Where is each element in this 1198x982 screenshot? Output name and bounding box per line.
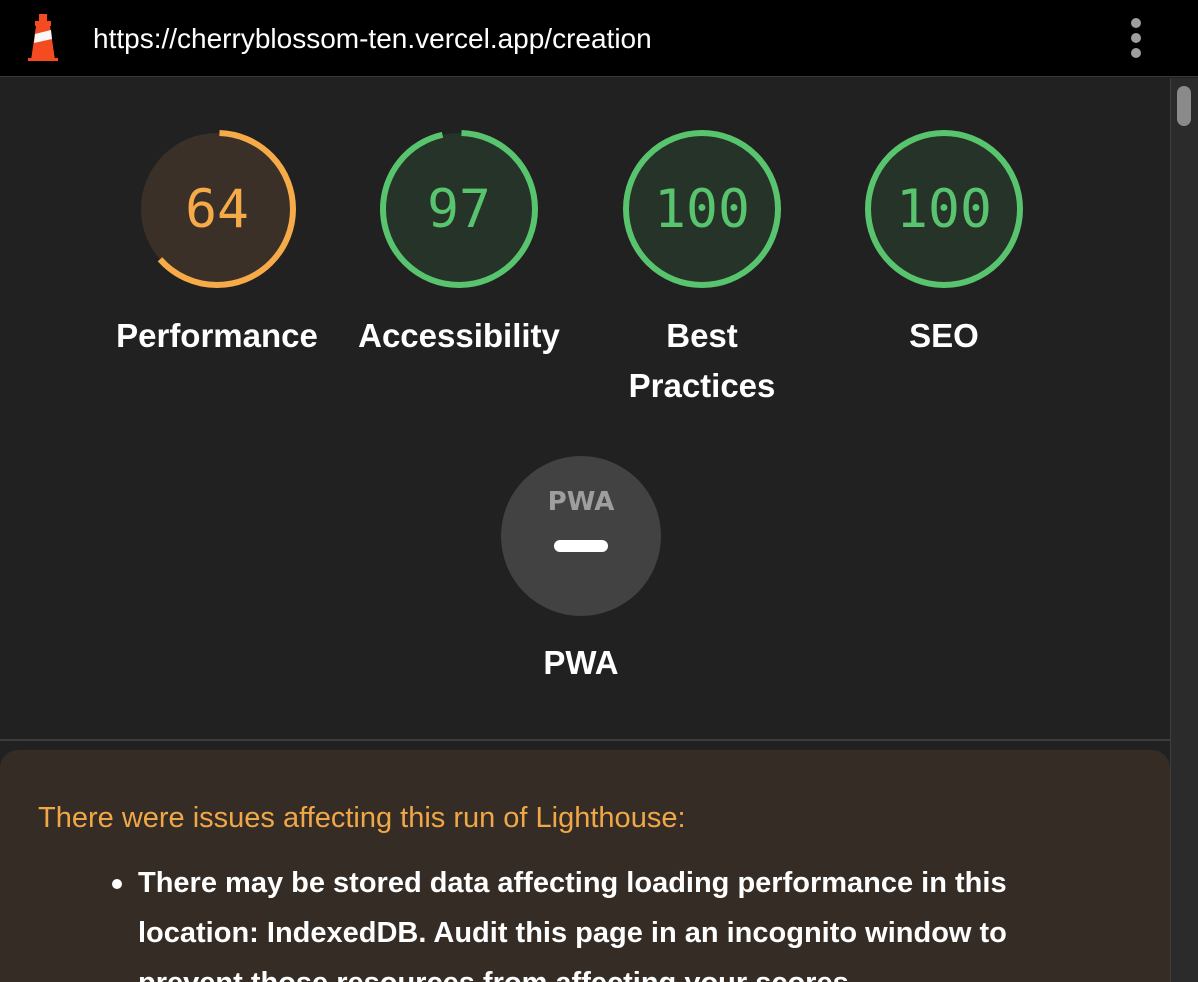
best-practices-score: 100 [654,179,750,240]
accessibility-score: 97 [427,179,491,240]
dash-icon [554,540,608,552]
pwa-badge-text: PWA [548,487,615,517]
accessibility-label: Accessibility [358,317,560,354]
pwa-label: PWA [543,644,619,681]
performance-score: 64 [185,179,249,240]
accessibility-gauge[interactable]: 97 Accessibility [339,127,579,361]
page-url: https://cherryblossom-ten.vercel.app/cre… [93,23,652,54]
pwa-gauge[interactable]: PWA PWA [461,454,701,688]
seo-label: SEO [909,317,979,354]
best-practices-gauge[interactable]: 100 Best Practices [582,127,822,411]
pwa-badge: PWA [501,456,661,616]
warnings-box: There were issues affecting this run of … [0,750,1170,982]
section-divider [0,739,1170,741]
warnings-list: There may be stored data affecting loadi… [108,858,1108,982]
accessibility-gauge-ring: 97 [380,130,538,288]
vertical-scrollbar[interactable] [1170,78,1198,982]
more-vert-icon[interactable] [1120,14,1152,62]
seo-gauge[interactable]: 100 SEO [824,127,1064,361]
performance-label: Performance [116,317,318,354]
browser-toolbar: https://cherryblossom-ten.vercel.app/cre… [0,0,1198,77]
seo-gauge-ring: 100 [865,130,1023,288]
warning-item: There may be stored data affecting loadi… [108,858,1108,982]
warnings-title: There were issues affecting this run of … [38,802,686,834]
seo-score: 100 [896,179,992,240]
performance-gauge[interactable]: 64 Performance [97,127,337,361]
scrollbar-thumb[interactable] [1177,86,1191,126]
best-practices-label: Best Practices [628,317,776,404]
report-content: 64 Performance 97 Accessibility 100 Best… [0,77,1170,982]
performance-gauge-ring: 64 [138,130,296,288]
lighthouse-icon [28,14,58,61]
best-practices-gauge-ring: 100 [623,130,781,288]
